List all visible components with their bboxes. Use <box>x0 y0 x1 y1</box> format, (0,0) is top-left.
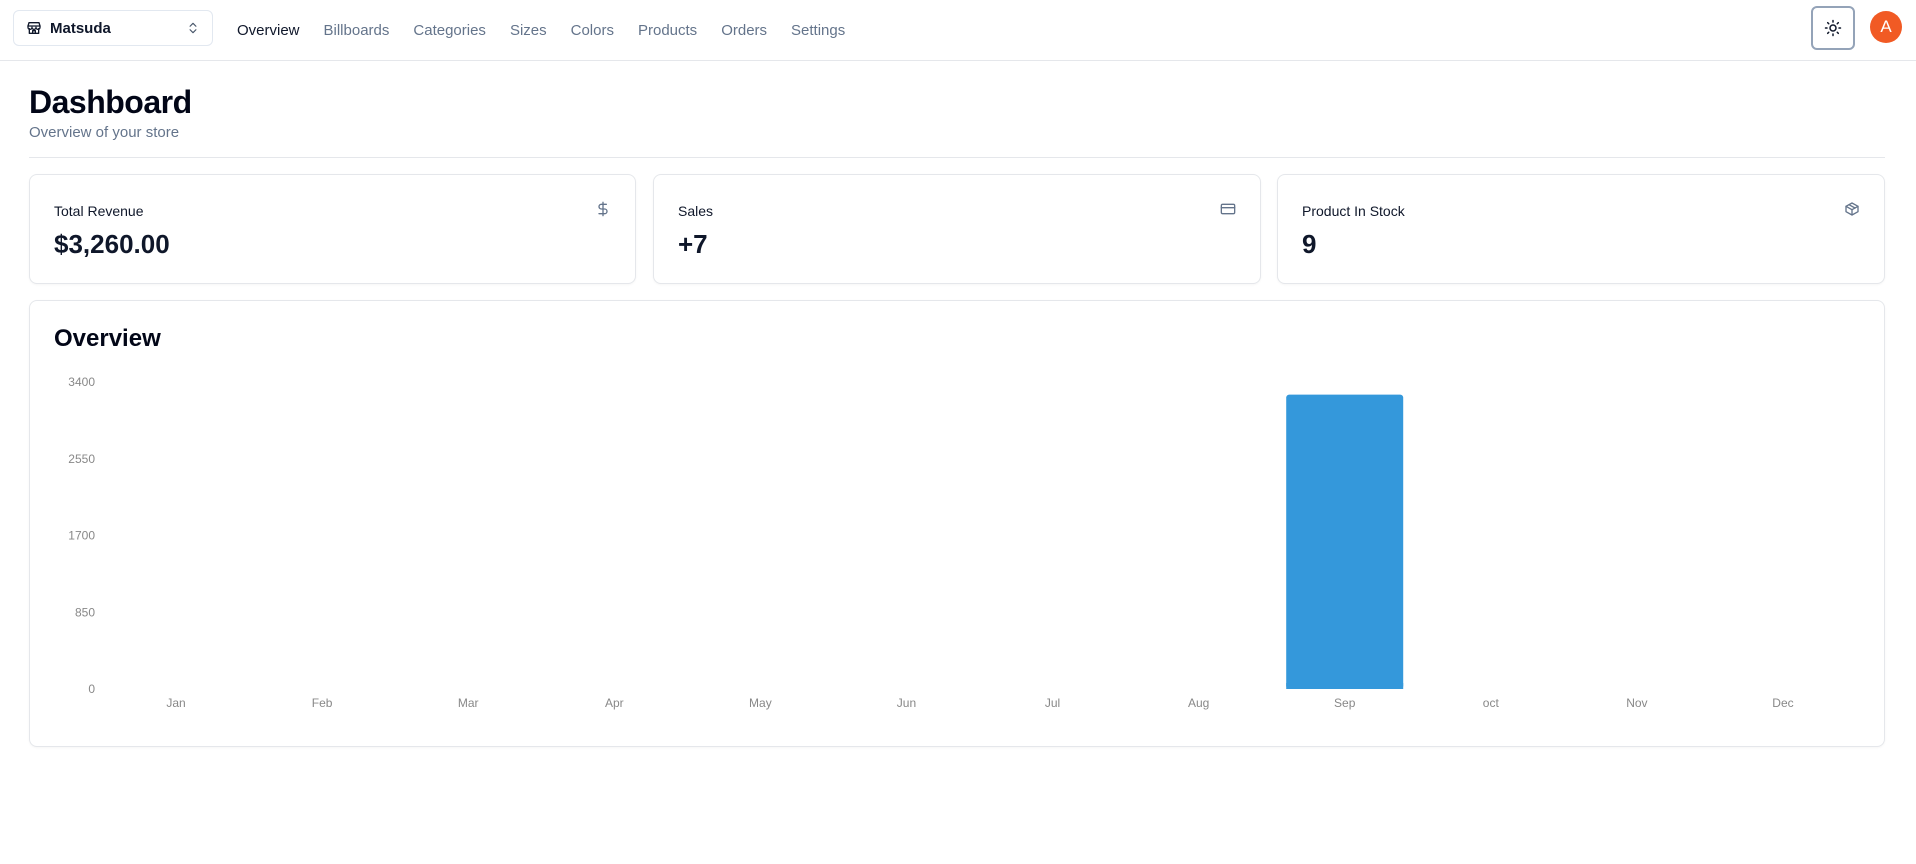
credit-card-icon <box>1220 201 1236 217</box>
chevrons-up-down-icon <box>186 20 200 36</box>
sun-icon <box>1824 19 1842 37</box>
divider <box>29 157 1885 158</box>
stat-value: $3,260.00 <box>54 229 170 259</box>
nav-item-settings[interactable]: Settings <box>791 22 845 39</box>
x-tick-label: Sep <box>1334 696 1356 710</box>
dollar-icon <box>595 201 611 217</box>
bar-sep <box>1286 394 1404 689</box>
x-tick-label: Mar <box>458 696 479 710</box>
nav-item-colors[interactable]: Colors <box>571 22 614 39</box>
x-tick-label: oct <box>1483 696 1500 710</box>
x-tick-label: Jul <box>1045 696 1060 710</box>
y-tick-label: 1700 <box>68 529 95 543</box>
nav-item-products[interactable]: Products <box>638 22 697 39</box>
x-tick-label: Feb <box>312 696 333 710</box>
store-icon <box>26 20 42 36</box>
y-tick-label: 0 <box>88 682 95 696</box>
overview-card: Overview 0 850 1700 2550 3400 Jan Feb Mar Apr May… <box>29 300 1885 747</box>
x-tick-label: Nov <box>1626 696 1647 710</box>
nav-item-orders[interactable]: Orders <box>721 22 767 39</box>
bar-base <box>1286 683 1404 689</box>
x-tick-label: May <box>749 696 772 710</box>
page-subtitle: Overview of your store <box>29 124 180 141</box>
x-tick-label: Dec <box>1772 696 1793 710</box>
overview-bar-chart: 0 850 1700 2550 3400 Jan Feb Mar Apr May Jun Jul Aug… <box>68 375 1793 710</box>
stat-value: +7 <box>678 229 708 259</box>
y-tick-label: 850 <box>75 605 95 619</box>
stat-label: Sales <box>678 203 714 219</box>
x-tick-label: Apr <box>605 696 624 710</box>
store-switcher[interactable]: Matsuda <box>13 10 213 46</box>
store-name: Matsuda <box>50 19 111 37</box>
nav-item-billboards[interactable]: Billboards <box>324 22 390 39</box>
package-icon <box>1844 201 1860 217</box>
x-tick-label: Aug <box>1188 696 1209 710</box>
top-navbar: Matsuda Overview Billboards Categories S… <box>0 0 1916 61</box>
avatar[interactable]: A <box>1870 11 1902 43</box>
x-tick-label: Jan <box>166 696 185 710</box>
y-tick-label: 2550 <box>68 452 95 466</box>
nav-item-categories[interactable]: Categories <box>413 22 486 39</box>
theme-toggle-button[interactable] <box>1811 6 1855 50</box>
stat-card-product-in-stock: Product In Stock 9 <box>1277 174 1885 284</box>
stat-card-sales: Sales +7 <box>653 174 1261 284</box>
stat-label: Total Revenue <box>54 203 144 219</box>
nav-item-sizes[interactable]: Sizes <box>510 22 547 39</box>
stat-card-total-revenue: Total Revenue $3,260.00 <box>29 174 636 284</box>
main-nav: Overview Billboards Categories Sizes Col… <box>237 0 869 60</box>
stat-label: Product In Stock <box>1302 203 1405 219</box>
y-tick-label: 3400 <box>68 375 95 389</box>
page-title: Dashboard <box>29 84 192 120</box>
stat-value: 9 <box>1302 229 1317 259</box>
x-tick-label: Jun <box>897 696 916 710</box>
nav-item-overview[interactable]: Overview <box>237 22 300 39</box>
